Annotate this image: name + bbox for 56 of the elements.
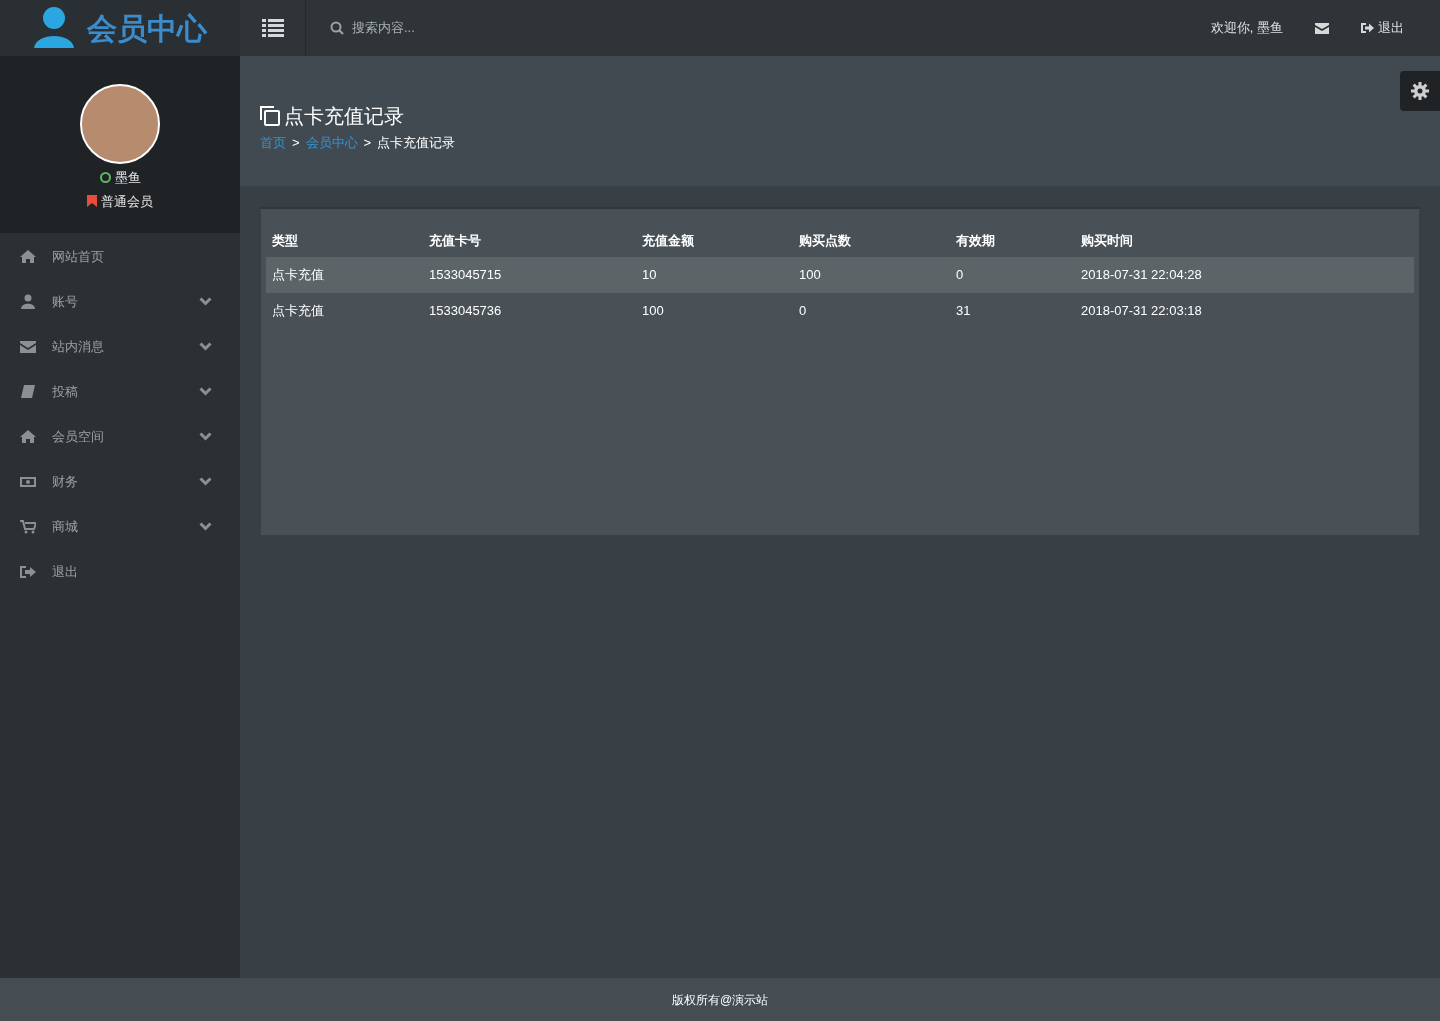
list-icon [261,19,284,37]
search-icon [330,21,344,35]
table-cell-text: 0 [798,302,808,321]
table-cell-text: 点卡充值 [271,302,325,321]
user-icon [20,293,36,310]
sidebar-item[interactable]: 退出 [0,549,240,594]
search-field[interactable]: 搜索内容... [352,18,652,38]
sidebar-item[interactable]: 财务 [0,459,240,504]
sidebar-item[interactable]: 会员空间 [0,414,240,459]
table-cell-text: 1533045715 [428,266,503,285]
column-header: 类型 [271,232,299,250]
sidebar-item[interactable]: 账号 [0,279,240,324]
table-cell-text: 10 [641,266,658,285]
breadcrumb-link[interactable]: 会员中心 [305,133,358,153]
settings-button[interactable] [1400,71,1440,111]
table-cell-text: 点卡充值 [271,266,325,285]
table-row[interactable]: 点卡充值 1533045715 10 100 0 2018-07-31 22:04:28 [266,257,1414,293]
bookmark-icon [87,195,97,208]
brand-title: 会员中心 [87,10,207,47]
house-icon [20,248,36,265]
sign-out-icon [1361,22,1374,34]
table-cell-text: 100 [798,266,822,285]
page-title: 点卡充值记录 [284,104,404,129]
table-cell-text: 1533045736 [428,302,503,321]
logout-link[interactable]: 退出 [1361,18,1404,38]
column-header: 购买时间 [1080,232,1134,250]
table-cell-text: 0 [955,266,965,285]
sidebar-item[interactable]: 商城 [0,504,240,549]
welcome-text: 欢迎你, 墨鱼 [1210,19,1283,38]
envelope-icon[interactable] [1315,22,1329,34]
breadcrumb-separator: > [363,134,372,152]
sidebar-item[interactable]: 站内消息 [0,324,240,369]
sidebar-item[interactable]: 网站首页 [0,234,240,279]
book-icon [20,383,36,400]
house-icon [20,428,36,445]
cart-icon [20,518,36,535]
column-header: 充值金额 [641,232,695,250]
column-header: 购买点数 [798,232,852,250]
table-cell-text: 100 [641,302,665,321]
table-cell-text: 2018-07-31 22:03:18 [1080,302,1203,321]
table-cell-text: 31 [955,302,972,321]
copy-icon [260,106,280,126]
breadcrumb-link[interactable]: 首页 [260,133,286,153]
breadcrumb-separator: > [292,134,300,152]
sidebar-item[interactable]: 投稿 [0,369,240,414]
column-header: 有效期 [955,232,996,250]
member-group: 普通会员 [101,191,153,211]
envelope-icon [20,338,36,355]
table-cell-text: 2018-07-31 22:04:28 [1080,266,1203,285]
sign-out-icon [20,563,36,580]
column-header: 充值卡号 [428,232,482,250]
settings-icon [1411,82,1429,100]
user-logo-icon [33,6,75,50]
username: 墨鱼 [114,169,141,187]
breadcrumb-current: 点卡充值记录 [377,134,456,152]
copyright-text: 版权所有@演示站 [671,991,769,1009]
